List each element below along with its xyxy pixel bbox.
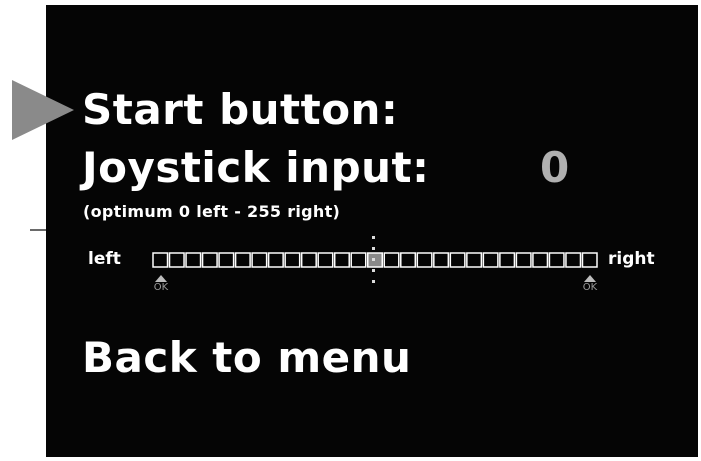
meter-segment xyxy=(300,252,317,268)
meter-segment xyxy=(218,252,235,268)
meter-segment xyxy=(466,252,483,268)
meter-right-label: right xyxy=(608,249,655,269)
edge-tick xyxy=(30,229,46,231)
meter-segment xyxy=(350,252,367,268)
meter-segment xyxy=(201,252,218,268)
meter-segment xyxy=(267,252,284,268)
ok-label-right: OK xyxy=(582,282,598,293)
meter-segment xyxy=(581,252,598,268)
meter-segment xyxy=(251,252,268,268)
meter-center-marks xyxy=(372,236,376,288)
joystick-value: 0 xyxy=(540,143,570,192)
triangle-up-icon xyxy=(584,275,596,282)
range-hint: (optimum 0 left - 255 right) xyxy=(83,202,341,221)
meter-segment xyxy=(383,252,400,268)
meter-segment xyxy=(416,252,433,268)
meter-segment xyxy=(565,252,582,268)
meter-segment xyxy=(433,252,450,268)
meter-segment xyxy=(168,252,185,268)
test-screen xyxy=(46,5,698,457)
menu-item-back-to-menu[interactable]: Back to menu xyxy=(82,333,411,382)
ok-label-left: OK xyxy=(153,282,169,293)
meter-segment xyxy=(482,252,499,268)
triangle-up-icon xyxy=(155,275,167,282)
ok-marker-right: OK xyxy=(580,275,600,294)
meter-segment xyxy=(152,252,169,268)
meter-segment xyxy=(185,252,202,268)
meter-segment xyxy=(532,252,549,268)
menu-item-joystick-input[interactable]: Joystick input: xyxy=(82,143,429,192)
meter-segment xyxy=(548,252,565,268)
meter-segment xyxy=(449,252,466,268)
meter-segment xyxy=(234,252,251,268)
meter-segment xyxy=(284,252,301,268)
meter-left-label: left xyxy=(88,249,121,269)
meter-segment xyxy=(499,252,516,268)
selection-arrow-icon xyxy=(12,80,74,140)
ok-marker-left: OK xyxy=(151,275,171,294)
meter-segment xyxy=(333,252,350,268)
meter-segment xyxy=(317,252,334,268)
menu-item-start-button[interactable]: Start button: xyxy=(82,85,398,134)
joystick-meter xyxy=(152,252,600,268)
meter-segments xyxy=(152,252,598,268)
meter-segment xyxy=(400,252,417,268)
meter-segment xyxy=(515,252,532,268)
